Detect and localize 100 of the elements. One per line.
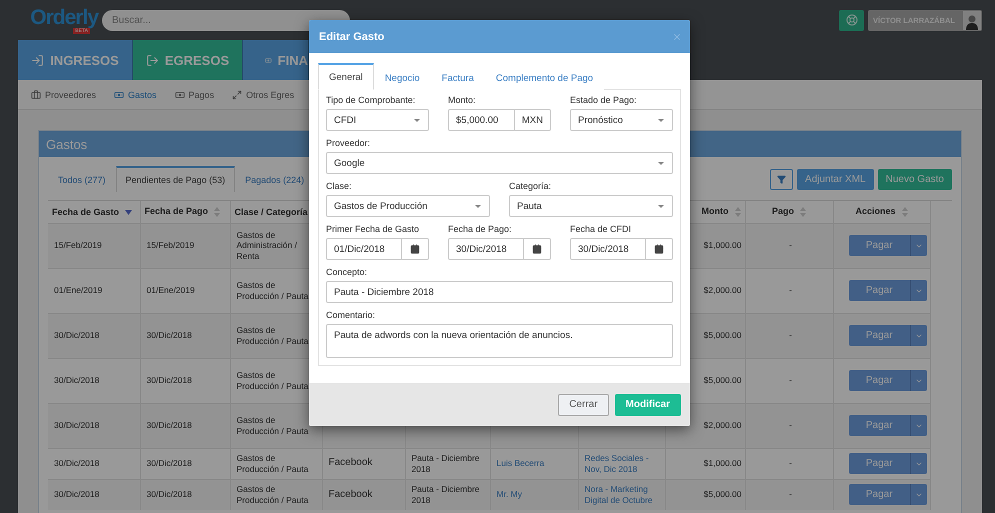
- field-label: Clase:: [326, 181, 353, 191]
- pay-button[interactable]: Pagar: [848, 280, 910, 301]
- column-header[interactable]: Acciones: [855, 206, 896, 216]
- select-field[interactable]: Pronóstico: [570, 109, 673, 131]
- module-tab[interactable]: INGRESOS: [18, 40, 133, 80]
- table-cell-text: Facebook: [328, 488, 374, 501]
- pay-button[interactable]: Pagar: [848, 484, 910, 506]
- table-cell-text: Gastos de Producción / Pauta: [236, 370, 310, 392]
- sort-icon[interactable]: [214, 207, 220, 218]
- calendar-icon: [410, 244, 420, 254]
- table-cell-text: 30/Dic/2018: [54, 489, 100, 500]
- sign-out-icon: [146, 54, 159, 66]
- select-field[interactable]: Google: [326, 152, 673, 174]
- column-header[interactable]: Monto: [702, 206, 728, 216]
- table-cell-text: Gastos de Administración / Renta: [236, 230, 298, 262]
- sort-icon[interactable]: [902, 207, 908, 218]
- date-field[interactable]: 30/Dic/2018: [448, 238, 551, 260]
- date-field[interactable]: 01/Dic/2018: [326, 238, 429, 260]
- module-tab[interactable]: FINA: [243, 40, 309, 80]
- table-cell-text: 30/Dic/2018: [54, 330, 100, 341]
- column-header[interactable]: Fecha de Gasto: [52, 206, 120, 217]
- table-cell-text: $5,000.00: [702, 375, 742, 386]
- table-cell-text: Gastos de Producción / Pauta: [236, 452, 310, 474]
- select-field[interactable]: CFDI: [326, 109, 429, 131]
- caret-icon: [658, 204, 664, 208]
- field-label: Tipo de Comprobante:: [326, 95, 416, 105]
- search-field[interactable]: Buscar...: [102, 10, 350, 30]
- pay-button[interactable]: Pagar: [848, 415, 910, 436]
- table-cell-text: 30/Dic/2018: [54, 458, 100, 469]
- dropdown-toggle-button[interactable]: [910, 453, 926, 474]
- cancel-button[interactable]: Cerrar: [558, 394, 609, 416]
- subnav-link[interactable]: Proveedores: [31, 90, 96, 100]
- table-cell-text: $2,000.00: [702, 285, 742, 296]
- submit-button[interactable]: Modificar: [614, 394, 681, 416]
- filter-button[interactable]: [770, 168, 794, 190]
- column-header[interactable]: Pago: [772, 206, 794, 216]
- table-cell-text: 15/Feb/2019: [54, 240, 103, 251]
- column-header[interactable]: Clase / Categoría: [234, 206, 308, 217]
- table-cell-text: -: [788, 489, 793, 500]
- field-label: Categoría:: [509, 181, 552, 191]
- table-cell-text: Gastos de Producción / Pauta: [236, 484, 310, 506]
- table-cell-text: Gastos de Producción / Pauta: [236, 414, 310, 436]
- subnav-link[interactable]: Otros Egres: [232, 90, 294, 100]
- table-cell-text: Pauta - Diciembre 2018: [412, 484, 481, 506]
- table-cell-text: -: [788, 330, 793, 341]
- pay-button[interactable]: Pagar: [848, 370, 910, 391]
- table-cell-text: 30/Dic/2018: [54, 420, 100, 431]
- table-cell-text: Facebook: [328, 457, 374, 470]
- avatar: [963, 10, 981, 30]
- textarea-field[interactable]: Pauta de adwords con la nueva orientación de anuncios.: [326, 324, 673, 358]
- subnav-link[interactable]: Gastos: [114, 90, 157, 100]
- sort-descending-icon[interactable]: [125, 210, 132, 215]
- sort-icon[interactable]: [734, 207, 740, 218]
- field-label: Estado de Pago:: [570, 95, 638, 105]
- table-cell-text: 30/Dic/2018: [146, 458, 193, 469]
- caret-icon: [475, 204, 481, 208]
- pay-button[interactable]: Pagar: [848, 325, 910, 346]
- pay-button[interactable]: Pagar: [848, 453, 910, 474]
- table-cell-text: -: [788, 420, 793, 431]
- table-link[interactable]: Redes Sociales - Nov, Dic 2018: [584, 452, 662, 474]
- dropdown-toggle-button[interactable]: [910, 235, 926, 256]
- caret-icon: [658, 118, 664, 122]
- field-label: Comentario:: [326, 310, 376, 320]
- column-header[interactable]: Fecha de Pago: [144, 206, 208, 216]
- tab[interactable]: General: [318, 63, 374, 90]
- table-cell-text: 30/Dic/2018: [146, 375, 193, 386]
- input-field[interactable]: Pauta - Diciembre 2018: [326, 281, 673, 303]
- pay-button[interactable]: Pagar: [848, 235, 910, 256]
- close-button[interactable]: [672, 32, 682, 42]
- help-button[interactable]: [839, 10, 864, 30]
- dropdown-toggle-button[interactable]: [910, 325, 926, 346]
- table-cell-text: $1,000.00: [702, 458, 742, 469]
- amount-field[interactable]: $5,000.00 MXN: [448, 109, 551, 131]
- caret-icon: [658, 162, 664, 164]
- subnav-link[interactable]: Pagos: [174, 90, 214, 100]
- module-tab[interactable]: EGRESOS: [133, 40, 243, 80]
- date-field[interactable]: 30/Dic/2018: [570, 238, 673, 260]
- briefcase-icon: [31, 90, 41, 100]
- sort-icon[interactable]: [800, 207, 806, 218]
- field-label: Monto:: [448, 95, 477, 105]
- tab[interactable]: Pendientes de Pago (53): [116, 166, 236, 192]
- field-label: Fecha de CFDI: [570, 224, 632, 234]
- table-link[interactable]: Luis Becerra: [496, 458, 574, 469]
- dialog-title: Editar Gasto: [319, 30, 384, 42]
- toolbar-button[interactable]: Nuevo Gasto: [878, 168, 952, 190]
- dropdown-toggle-button[interactable]: [910, 280, 926, 301]
- table-cell-text: 01/Ene/2019: [146, 285, 196, 296]
- select-field[interactable]: Gastos de Producción: [326, 195, 490, 217]
- dropdown-toggle-button[interactable]: [910, 415, 926, 436]
- dropdown-toggle-button[interactable]: [910, 484, 926, 506]
- dropdown-toggle-button[interactable]: [910, 370, 926, 391]
- select-field[interactable]: Pauta: [509, 195, 673, 217]
- toolbar-button[interactable]: Adjuntar XML: [797, 168, 874, 190]
- table-cell-text: 30/Dic/2018: [146, 420, 193, 431]
- table-link[interactable]: Mr. My: [496, 489, 574, 500]
- table-link[interactable]: Nora - Marketing Digital de Octubre: [584, 484, 662, 506]
- field-label: Primer Fecha de Gasto: [326, 224, 420, 234]
- field-label: Fecha de Pago:: [448, 224, 513, 234]
- banknote-icon: [114, 90, 124, 100]
- banknote-icon: [174, 90, 185, 100]
